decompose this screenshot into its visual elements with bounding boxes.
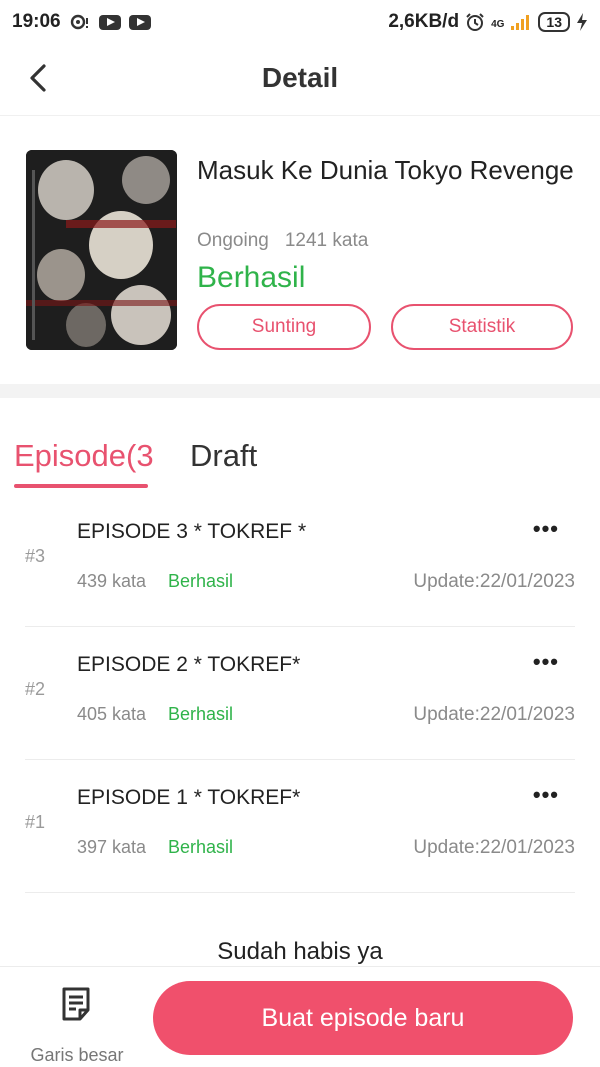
document-icon xyxy=(62,987,90,1021)
episode-row[interactable]: #3 EPISODE 3 * TOKREF * ••• 439 kata Ber… xyxy=(25,494,575,627)
more-options-icon[interactable]: ••• xyxy=(533,516,559,542)
episode-title: EPISODE 1 * TOKREF* xyxy=(77,786,301,809)
tab-draft[interactable]: Draft xyxy=(190,438,257,474)
header: Detail xyxy=(0,44,600,116)
outline-button[interactable]: Garis besar xyxy=(22,981,132,1065)
episode-row[interactable]: #1 EPISODE 1 * TOKREF* ••• 397 kata Berh… xyxy=(25,760,575,893)
episode-number: #2 xyxy=(25,679,46,699)
section-divider xyxy=(0,384,600,398)
youtube-icon xyxy=(128,14,151,30)
page-title: Detail xyxy=(261,62,339,93)
battery-icon: 13 xyxy=(538,12,570,32)
episode-number: #1 xyxy=(25,812,46,832)
tab-episodes[interactable]: Episode(3 xyxy=(14,438,154,474)
episode-word-count: 439 kata xyxy=(77,571,147,591)
book-card: Masuk Ke Dunia Tokyo Revenge Ongoing 1241… xyxy=(0,116,600,384)
outline-label: Garis besar xyxy=(30,1045,124,1065)
book-cover-image[interactable] xyxy=(26,150,177,350)
charging-icon xyxy=(577,13,587,31)
signal-icon xyxy=(511,15,530,30)
edit-button[interactable]: Sunting xyxy=(197,304,371,350)
book-state: Ongoing xyxy=(197,230,269,251)
book-status: Berhasil xyxy=(197,261,306,294)
episode-word-count: 397 kata xyxy=(77,837,147,857)
episode-update-date: Update:22/01/2023 xyxy=(413,837,575,858)
book-meta: Ongoing 1241 kata xyxy=(197,230,368,252)
book-word-count: 1241 kata xyxy=(284,230,369,251)
episode-word-count: 405 kata xyxy=(77,704,147,724)
more-options-icon[interactable]: ••• xyxy=(533,782,559,808)
episode-row[interactable]: #2 EPISODE 2 * TOKREF* ••• 405 kata Berh… xyxy=(25,627,575,760)
end-of-list-text: Sudah habis ya xyxy=(217,938,383,965)
network-speed: 2,6KB/d xyxy=(388,11,460,32)
book-title: Masuk Ke Dunia Tokyo Revenge xyxy=(197,155,574,185)
statistics-button[interactable]: Statistik xyxy=(391,304,573,350)
episode-status: Berhasil xyxy=(168,704,234,724)
status-bar: 19:06 2,6KB/d 4G 13 xyxy=(0,0,600,44)
bottom-bar: Garis besar Buat episode baru xyxy=(0,966,600,1067)
episode-title: EPISODE 2 * TOKREF* xyxy=(77,653,301,676)
episode-update-date: Update:22/01/2023 xyxy=(413,704,575,725)
more-options-icon[interactable]: ••• xyxy=(533,649,559,675)
status-time: 19:06 xyxy=(12,11,61,32)
youtube-icon xyxy=(98,14,121,30)
episode-update-date: Update:22/01/2023 xyxy=(413,571,575,592)
episode-status: Berhasil xyxy=(168,837,234,857)
episode-title: EPISODE 3 * TOKREF * xyxy=(77,520,307,543)
create-episode-button[interactable]: Buat episode baru xyxy=(153,981,573,1055)
notification-icon xyxy=(70,14,88,30)
alarm-icon xyxy=(466,13,484,31)
episode-number: #3 xyxy=(25,546,46,566)
tab-bar: Episode(3 Draft xyxy=(0,398,600,494)
active-tab-indicator xyxy=(14,484,148,488)
episode-list: #3 EPISODE 3 * TOKREF * ••• 439 kata Ber… xyxy=(0,494,600,893)
network-type: 4G xyxy=(491,19,505,30)
episode-status: Berhasil xyxy=(168,571,234,591)
cover-art xyxy=(26,150,177,350)
